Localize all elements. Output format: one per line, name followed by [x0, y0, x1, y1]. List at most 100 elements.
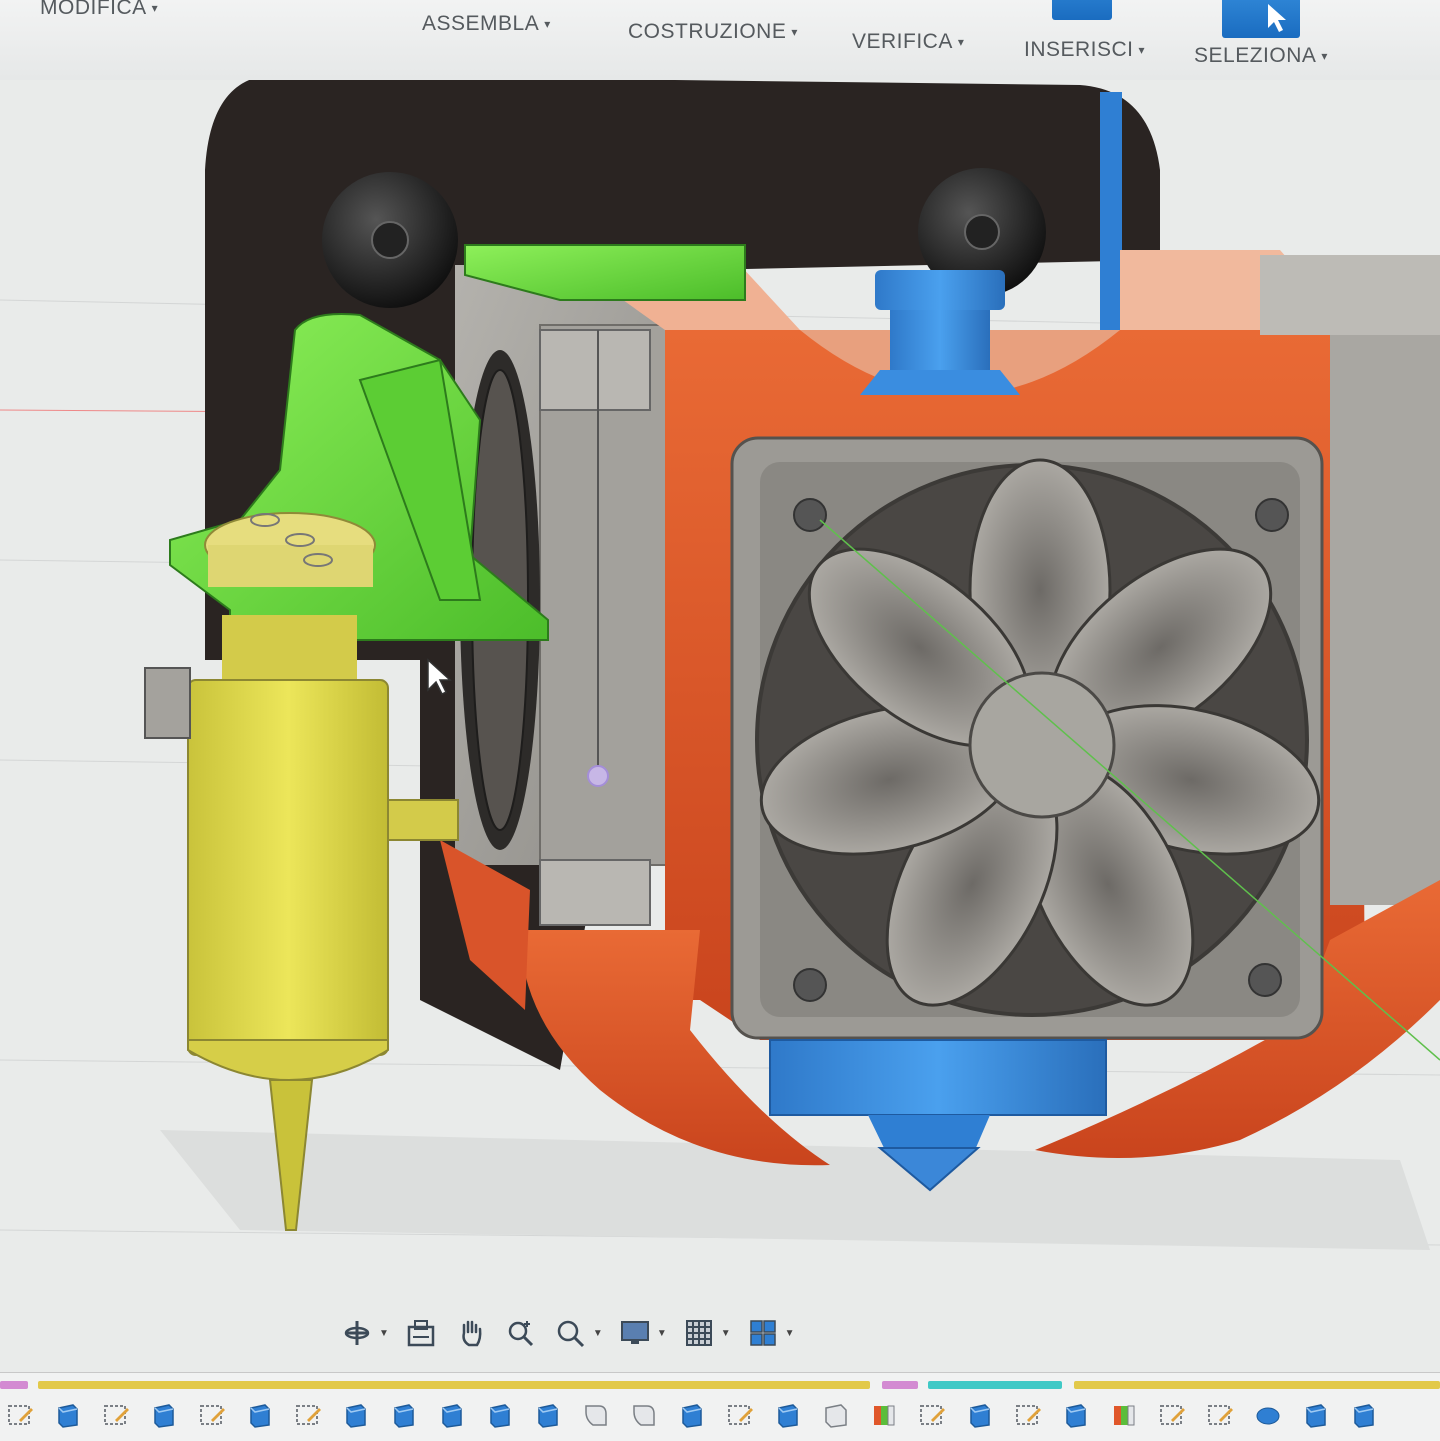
- display-settings-icon: [620, 1321, 649, 1344]
- timeline-feature[interactable]: [912, 1397, 952, 1433]
- side-block-right: [1330, 265, 1440, 905]
- timeline-feature[interactable]: [1056, 1397, 1096, 1433]
- menu-label: ASSEMBLA: [422, 12, 540, 35]
- menu-assembla[interactable]: ASSEMBLA ▾: [422, 12, 551, 36]
- timeline-feature[interactable]: [576, 1397, 616, 1433]
- timeline-feature[interactable]: [816, 1397, 856, 1433]
- timeline-feature[interactable]: [432, 1397, 472, 1433]
- sketch-icon: [1160, 1405, 1185, 1425]
- insert-icon[interactable]: [1052, 0, 1112, 20]
- chevron-down-icon: ▾: [544, 17, 551, 32]
- timeline-feature[interactable]: [720, 1397, 760, 1433]
- extrude-icon: [1354, 1404, 1374, 1428]
- sketch-icon: [920, 1405, 945, 1425]
- extrude-icon: [394, 1404, 414, 1428]
- timeline-feature[interactable]: [1248, 1397, 1288, 1433]
- timeline-group-bar: [928, 1381, 1062, 1389]
- timeline-feature[interactable]: [192, 1397, 232, 1433]
- display-settings-button[interactable]: [613, 1313, 657, 1353]
- chevron-down-icon: ▾: [1321, 49, 1328, 64]
- chevron-down-icon[interactable]: ▼: [721, 1328, 731, 1339]
- menu-label: COSTRUZIONE: [628, 20, 787, 43]
- viewports-button[interactable]: [741, 1313, 785, 1353]
- zoom-window-icon: [557, 1320, 584, 1348]
- extrude-icon: [538, 1404, 558, 1428]
- extrude-icon: [154, 1404, 174, 1428]
- timeline-group-bar: [38, 1381, 870, 1389]
- timeline-feature[interactable]: [480, 1397, 520, 1433]
- timeline-feature[interactable]: [0, 1397, 40, 1433]
- select-icon[interactable]: [1222, 0, 1300, 38]
- 3d-viewport[interactable]: [0, 75, 1440, 1370]
- menu-inserisci[interactable]: INSERISCI ▾: [1024, 38, 1145, 62]
- sketch-icon: [1208, 1405, 1233, 1425]
- timeline-feature[interactable]: [144, 1397, 184, 1433]
- extrude-icon: [1066, 1404, 1086, 1428]
- menu-label: MODIFICA: [40, 0, 147, 19]
- design-timeline: [0, 1372, 1440, 1441]
- fillet-icon: [633, 1405, 655, 1426]
- zoom-button[interactable]: [499, 1313, 543, 1353]
- timeline-feature[interactable]: [1104, 1397, 1144, 1433]
- component-icon: [825, 1404, 847, 1428]
- timeline-feature[interactable]: [1344, 1397, 1384, 1433]
- chevron-down-icon[interactable]: ▼: [785, 1328, 795, 1339]
- extrude-icon: [682, 1404, 702, 1428]
- timeline-feature[interactable]: [864, 1397, 904, 1433]
- timeline-feature[interactable]: [528, 1397, 568, 1433]
- chevron-down-icon[interactable]: ▼: [379, 1328, 389, 1339]
- grid-icon: [685, 1320, 712, 1346]
- heater-block: [769, 1039, 1107, 1116]
- zoom-window-button[interactable]: [549, 1313, 593, 1353]
- timeline-group-bar: [882, 1381, 918, 1389]
- sketch-icon: [104, 1405, 129, 1425]
- extrude-icon: [970, 1404, 990, 1428]
- pan-hand-icon: [462, 1320, 482, 1347]
- sketch-icon: [296, 1405, 321, 1425]
- menu-seleziona[interactable]: SELEZIONA ▾: [1194, 44, 1328, 68]
- sketch-icon: [1016, 1405, 1041, 1425]
- timeline-feature[interactable]: [960, 1397, 1000, 1433]
- timeline-feature[interactable]: [288, 1397, 328, 1433]
- pan-button[interactable]: [449, 1313, 493, 1353]
- timeline-feature[interactable]: [1200, 1397, 1240, 1433]
- timeline-feature[interactable]: [768, 1397, 808, 1433]
- menu-label: SELEZIONA: [1194, 44, 1317, 67]
- cursor-arrow-icon: [1268, 4, 1286, 32]
- probe-neck: [222, 615, 357, 685]
- timeline-feature[interactable]: [384, 1397, 424, 1433]
- hotend-fitting: [875, 270, 1005, 310]
- timeline-feature[interactable]: [336, 1397, 376, 1433]
- timeline-feature[interactable]: [672, 1397, 712, 1433]
- timeline-feature[interactable]: [1008, 1397, 1048, 1433]
- extrude-icon: [778, 1404, 798, 1428]
- timeline-feature[interactable]: [1296, 1397, 1336, 1433]
- timeline-feature[interactable]: [240, 1397, 280, 1433]
- chevron-down-icon: ▾: [151, 1, 159, 16]
- grid-button[interactable]: [677, 1313, 721, 1353]
- appearance-icon: [874, 1405, 895, 1426]
- sketch-icon: [8, 1405, 33, 1425]
- body-icon: [1256, 1407, 1280, 1425]
- chevron-down-icon: ▾: [1138, 43, 1146, 58]
- menu-costruzione[interactable]: COSTRUZIONE ▾: [628, 20, 798, 44]
- menu-verifica[interactable]: VERIFICA ▾: [852, 30, 964, 54]
- timeline-feature[interactable]: [48, 1397, 88, 1433]
- viewports-icon: [749, 1320, 776, 1346]
- timeline-feature[interactable]: [624, 1397, 664, 1433]
- chevron-down-icon: ▾: [791, 25, 798, 40]
- chevron-down-icon[interactable]: ▼: [593, 1328, 603, 1339]
- orbit-button[interactable]: [335, 1313, 379, 1353]
- extrude-icon: [58, 1404, 78, 1428]
- menu-modifica[interactable]: MODIFICA ▾: [40, 0, 158, 20]
- zoom-icon: [508, 1321, 533, 1347]
- look-at-button[interactable]: [399, 1313, 443, 1353]
- ribbon-toolbar: MODIFICA ▾ ASSEMBLA ▾ COSTRUZIONE ▾ VERIFIC…: [0, 0, 1440, 80]
- chevron-down-icon[interactable]: ▼: [657, 1328, 667, 1339]
- timeline-group-bar: [0, 1381, 28, 1389]
- mount-hole: [1248, 963, 1282, 997]
- timeline-feature[interactable]: [96, 1397, 136, 1433]
- mount-hole: [1255, 498, 1289, 532]
- sketch-icon: [728, 1405, 753, 1425]
- timeline-feature[interactable]: [1152, 1397, 1192, 1433]
